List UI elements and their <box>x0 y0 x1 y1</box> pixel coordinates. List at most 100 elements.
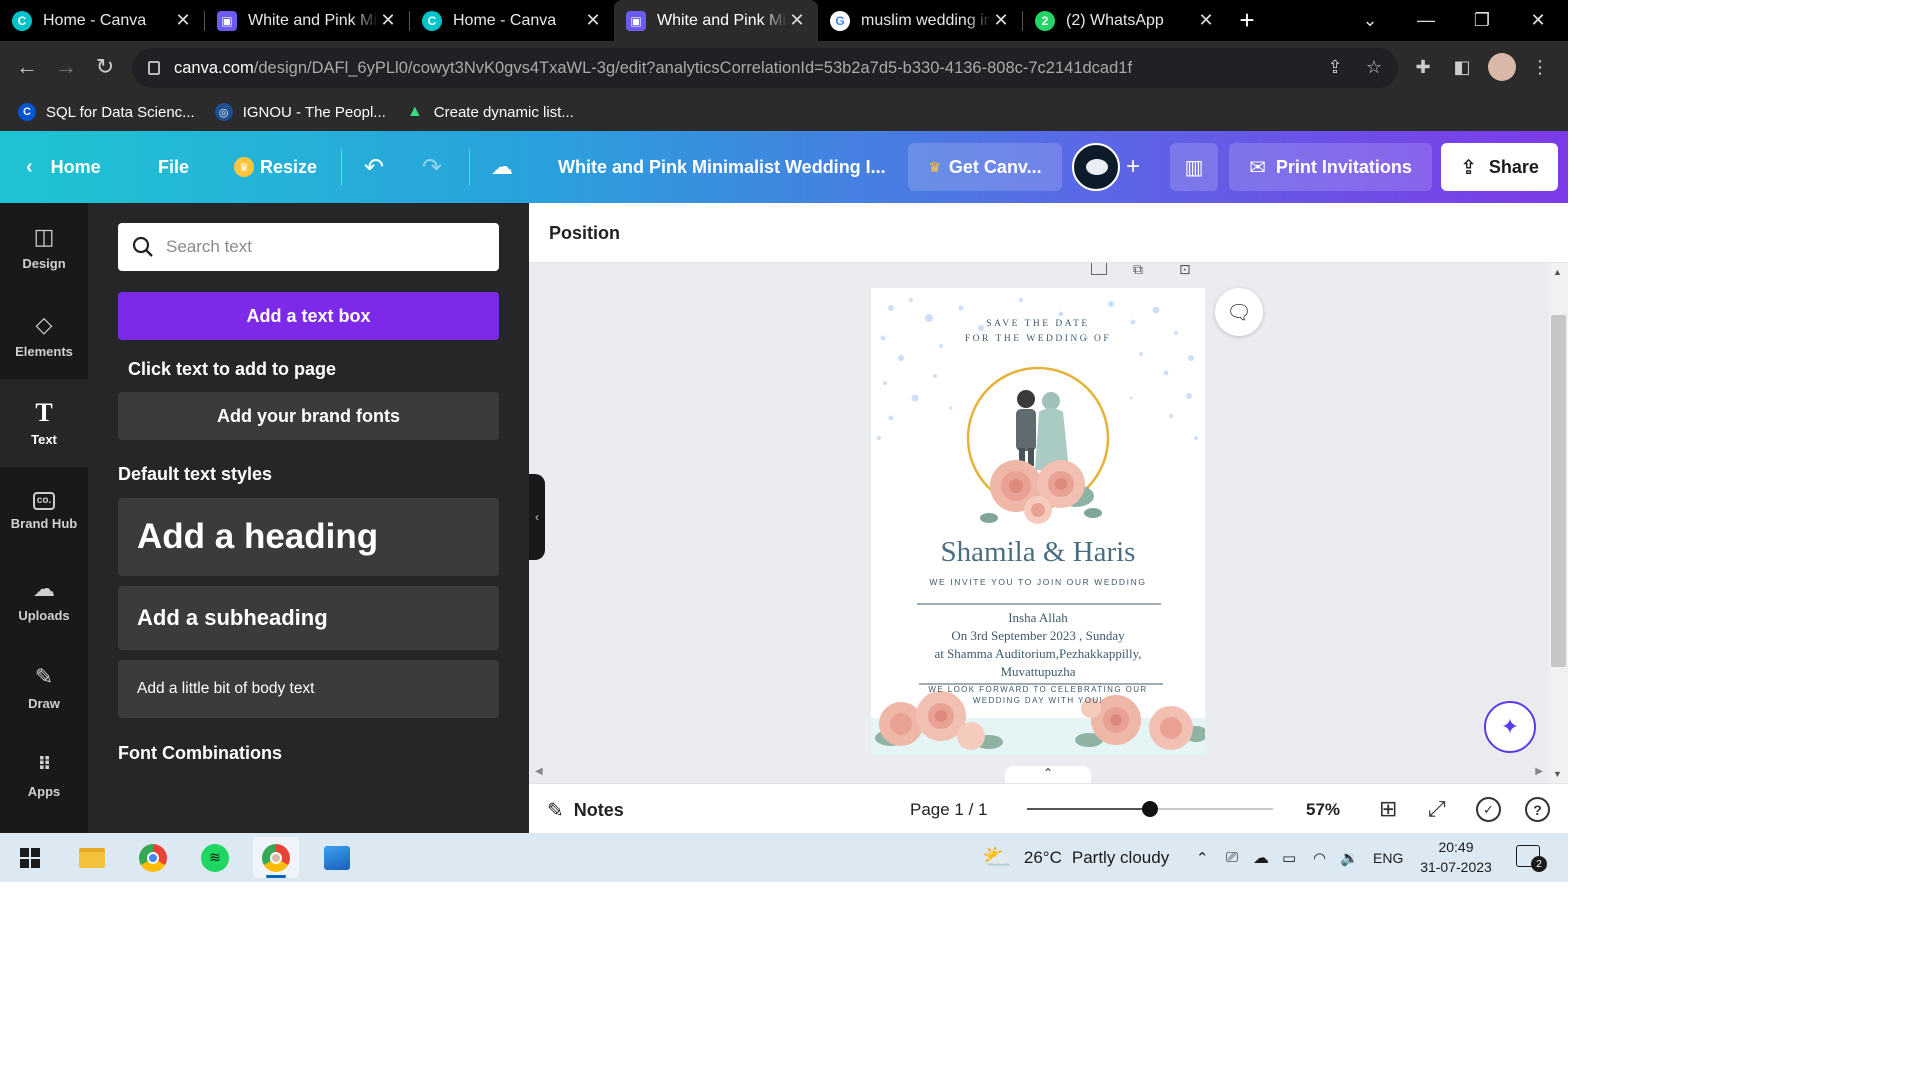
forward-icon[interactable]: → <box>52 53 80 81</box>
browser-menu-icon[interactable]: ⋮ <box>1528 55 1552 79</box>
add-heading-card[interactable]: Add a heading <box>118 498 499 576</box>
minimize-icon[interactable]: — <box>1398 0 1454 41</box>
save-the-date-text[interactable]: SAVE THE DATE <box>871 319 1205 329</box>
resize-button[interactable]: ♛ Resize <box>234 131 317 203</box>
scroll-up-icon[interactable]: ▲ <box>1553 267 1562 277</box>
restore-icon[interactable]: ❐ <box>1454 0 1510 41</box>
vertical-scrollbar[interactable]: ▲ ▼ <box>1549 263 1568 783</box>
couple-names-text[interactable]: Shamila & Haris <box>871 536 1205 569</box>
chrome-profile-icon[interactable] <box>253 837 299 878</box>
scroll-down-icon[interactable]: ▼ <box>1553 769 1562 779</box>
brand-fonts-button[interactable]: Add your brand fonts <box>118 392 499 440</box>
show-hidden-icons-chevron-icon[interactable]: ⌃ <box>1196 833 1209 882</box>
browser-tab[interactable]: C Home - Canva ✕ <box>410 0 614 41</box>
scroll-right-icon[interactable]: ▶ <box>1535 766 1543 777</box>
rail-item-brand-hub[interactable]: co. Brand Hub <box>0 467 88 555</box>
browser-tab-active[interactable]: ▣ White and Pink Minimalist Wedding Invi… <box>614 0 818 41</box>
rail-item-elements[interactable]: ◇ Elements <box>0 291 88 379</box>
lock-page-icon[interactable] <box>1091 263 1107 275</box>
browser-tab[interactable]: G muslim wedding invitation - Google Sea… <box>818 0 1022 41</box>
rail-item-text[interactable]: T Text <box>0 379 88 467</box>
event-details-text[interactable]: Insha Allah On 3rd September 2023 , Sund… <box>871 609 1205 681</box>
add-textbox-button[interactable]: Add a text box <box>118 292 499 340</box>
tab-search-icon[interactable]: ⌄ <box>1342 0 1398 41</box>
file-menu-button[interactable]: File <box>158 131 189 203</box>
bookmark-item[interactable]: ▲ Create dynamic list... <box>406 103 574 121</box>
add-body-text-card[interactable]: Add a little bit of body text <box>118 660 499 718</box>
user-avatar[interactable] <box>1072 143 1120 191</box>
insights-chart-icon[interactable]: ▥ <box>1170 143 1218 191</box>
notes-button[interactable]: ✎ Notes <box>547 798 624 823</box>
horizontal-scrollbar[interactable]: ◀ ▶ ⌃ <box>529 763 1549 784</box>
close-tab-icon[interactable]: ✕ <box>584 10 602 31</box>
side-panel-icon[interactable]: ◧ <box>1450 55 1474 79</box>
check-icon[interactable]: ✓ <box>1476 797 1501 822</box>
add-comment-icon[interactable]: 🗨 <box>1215 288 1263 336</box>
profile-avatar[interactable] <box>1488 53 1516 81</box>
get-canva-pro-button[interactable]: ♛ Get Canv... <box>908 143 1062 191</box>
zoom-percent[interactable]: 57% <box>1306 800 1340 820</box>
rail-item-uploads[interactable]: ☁ Uploads <box>0 555 88 643</box>
bookmark-star-icon[interactable]: ☆ <box>1362 55 1386 79</box>
close-tab-icon[interactable]: ✕ <box>788 10 806 31</box>
bookmark-item[interactable]: C SQL for Data Scienc... <box>18 103 195 121</box>
zoom-slider-knob[interactable] <box>1142 801 1158 817</box>
browser-tab[interactable]: ▣ White and Pink Minimalist Wedding Invi… <box>205 0 409 41</box>
weather-widget[interactable]: ⛅ 26°C Partly cloudy <box>982 833 1169 882</box>
text-search-box[interactable] <box>118 223 499 271</box>
notification-center-icon[interactable]: 2 <box>1516 845 1547 872</box>
rail-item-apps[interactable]: ⠿ Apps <box>0 731 88 819</box>
for-the-wedding-text[interactable]: FOR THE WEDDING OF <box>871 334 1205 344</box>
new-tab-button[interactable]: + <box>1227 0 1267 41</box>
battery-icon[interactable]: ▭ <box>1282 833 1296 882</box>
scroll-thumb[interactable] <box>1551 315 1566 667</box>
invitation-page[interactable]: SAVE THE DATE FOR THE WEDDING OF Shamila… <box>871 288 1205 755</box>
zoom-slider[interactable] <box>1027 801 1273 817</box>
redo-icon[interactable]: ↷ <box>422 131 442 203</box>
add-page-icon[interactable]: ⊡ <box>1179 263 1191 278</box>
rail-item-design[interactable]: ◫ Design <box>0 203 88 291</box>
language-indicator[interactable]: ENG <box>1373 833 1403 882</box>
photos-icon[interactable] <box>314 837 360 878</box>
print-invitations-button[interactable]: ✉ Print Invitations <box>1229 143 1432 191</box>
rail-item-draw[interactable]: ✎ Draw <box>0 643 88 731</box>
show-pages-chevron-icon[interactable]: ⌃ <box>1005 766 1091 784</box>
chrome-icon[interactable] <box>130 837 176 878</box>
bookmark-item[interactable]: ◎ IGNOU - The Peopl... <box>214 103 386 121</box>
fullscreen-icon[interactable]: ⤢ <box>1428 796 1446 822</box>
invite-plus-icon[interactable]: + <box>1126 131 1140 203</box>
scroll-left-icon[interactable]: ◀ <box>535 766 543 777</box>
close-tab-icon[interactable]: ✕ <box>1197 10 1215 31</box>
help-icon[interactable]: ? <box>1525 797 1550 822</box>
grid-view-icon[interactable]: ⊞ <box>1379 796 1397 822</box>
add-subheading-card[interactable]: Add a subheading <box>118 586 499 650</box>
share-button[interactable]: ⇪ Share <box>1441 143 1558 191</box>
undo-icon[interactable]: ↶ <box>364 131 384 203</box>
reload-icon[interactable]: ↻ <box>91 53 119 81</box>
close-window-icon[interactable]: ✕ <box>1510 0 1566 41</box>
home-button[interactable]: ‹ Home <box>26 131 101 203</box>
closing-text[interactable]: WE LOOK FORWARD TO CELEBRATING OUR WEDDI… <box>871 684 1205 706</box>
cloud-saved-icon[interactable]: ☁ <box>491 131 513 203</box>
close-tab-icon[interactable]: ✕ <box>174 10 192 31</box>
page-indicator[interactable]: Page 1 / 1 <box>910 800 988 820</box>
invite-line-text[interactable]: WE INVITE YOU TO JOIN OUR WEDDING <box>871 577 1205 587</box>
close-tab-icon[interactable]: ✕ <box>379 10 397 31</box>
onedrive-cloud-icon[interactable]: ☁ <box>1253 833 1269 882</box>
spotify-icon[interactable]: ≋ <box>192 837 238 878</box>
share-page-icon[interactable]: ⇪ <box>1323 55 1347 79</box>
back-icon[interactable]: ← <box>13 53 41 81</box>
browser-tab[interactable]: C Home - Canva ✕ <box>0 0 204 41</box>
position-button[interactable]: Position <box>549 223 620 244</box>
volume-icon[interactable]: 🔉 <box>1340 833 1359 882</box>
file-explorer-icon[interactable] <box>69 837 115 878</box>
search-input[interactable] <box>166 237 466 257</box>
browser-tab[interactable]: 2 (2) WhatsApp ✕ <box>1023 0 1227 41</box>
magic-assistant-icon[interactable]: ✦ <box>1484 701 1536 753</box>
meet-icon[interactable]: ⎚ <box>1226 833 1238 882</box>
document-title[interactable]: White and Pink Minimalist Wedding I... <box>558 131 886 203</box>
collapse-panel-button[interactable]: ‹ <box>529 474 545 560</box>
wifi-icon[interactable]: ◠ <box>1313 833 1326 882</box>
extensions-icon[interactable]: ✚ <box>1411 55 1435 79</box>
close-tab-icon[interactable]: ✕ <box>992 10 1010 31</box>
